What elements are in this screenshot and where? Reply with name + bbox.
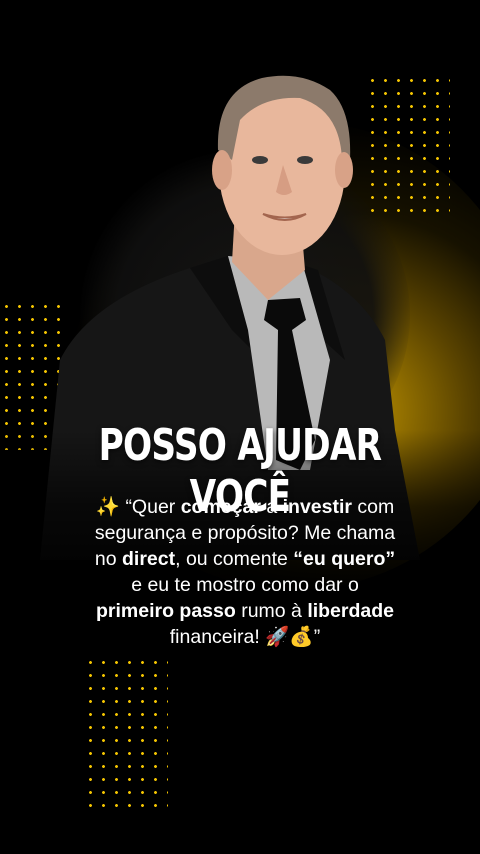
ear-left bbox=[212, 150, 232, 190]
eye-right bbox=[297, 156, 313, 164]
caption-text: ✨ “Quer começar a investir com segurança… bbox=[94, 496, 396, 648]
dot-pattern-bottom-left bbox=[84, 656, 168, 812]
story-canvas: POSSO AJUDAR VOCÊ ✨ “Quer começar a inve… bbox=[0, 0, 480, 854]
ear-right bbox=[335, 152, 353, 188]
rocket-moneybag-icon: 🚀💰 bbox=[265, 626, 314, 648]
sparkles-icon: ✨ bbox=[95, 496, 121, 518]
eye-left bbox=[252, 156, 268, 164]
